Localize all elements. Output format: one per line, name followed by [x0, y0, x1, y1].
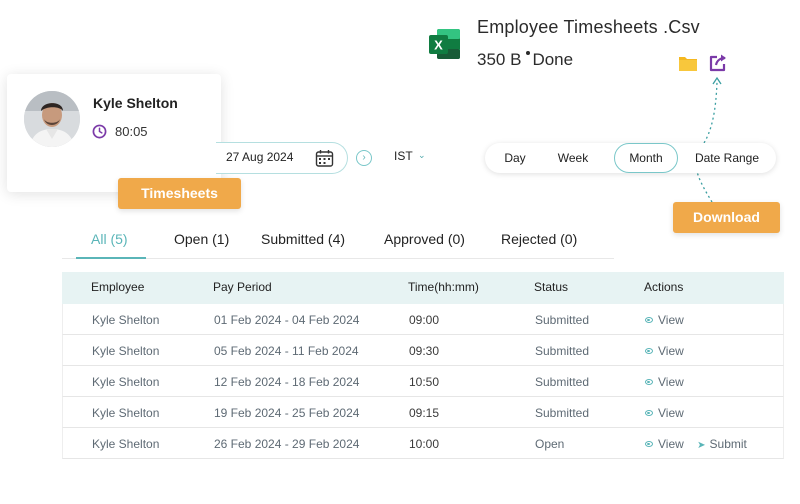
- file-size: 350 B: [477, 50, 522, 69]
- tab-all[interactable]: All (5): [91, 231, 128, 247]
- user-time: 80:05: [115, 124, 148, 139]
- cell-employee: Kyle Shelton: [92, 437, 160, 451]
- eye-icon: [645, 379, 653, 385]
- col-time: Time(hh:mm): [408, 280, 479, 294]
- view-link[interactable]: View: [645, 375, 684, 389]
- col-pay-period: Pay Period: [213, 280, 272, 294]
- calendar-icon[interactable]: [315, 149, 334, 168]
- table-row: Kyle Shelton 19 Feb 2024 - 25 Feb 2024 0…: [62, 397, 784, 428]
- view-link[interactable]: View: [645, 406, 684, 420]
- cell-employee: Kyle Shelton: [92, 406, 160, 420]
- table-row: Kyle Shelton 12 Feb 2024 - 18 Feb 2024 1…: [62, 366, 784, 397]
- avatar: [24, 91, 80, 147]
- timesheets-label: Timesheets: [118, 178, 241, 209]
- table-row: Kyle Shelton 05 Feb 2024 - 11 Feb 2024 0…: [62, 335, 784, 366]
- eye-icon: [645, 317, 653, 323]
- cell-status: Submitted: [535, 344, 590, 358]
- cell-period: 19 Feb 2024 - 25 Feb 2024: [214, 406, 360, 420]
- file-status: Done: [532, 50, 574, 69]
- view-link[interactable]: View: [645, 313, 684, 327]
- tab-approved[interactable]: Approved (0): [384, 231, 465, 247]
- range-month[interactable]: Month: [614, 143, 678, 173]
- cell-status: Open: [535, 437, 565, 451]
- date-value: 27 Aug 2024: [226, 150, 294, 164]
- cell-period: 05 Feb 2024 - 11 Feb 2024: [214, 344, 359, 358]
- avatar-photo: [24, 91, 80, 147]
- excel-file-icon: X: [429, 29, 460, 59]
- user-name: Kyle Shelton: [93, 95, 178, 111]
- cell-time: 10:00: [409, 437, 440, 451]
- cell-time: 09:00: [409, 313, 440, 327]
- range-selector: Day Week Month Date Range: [485, 143, 776, 173]
- submit-link[interactable]: Submit: [710, 437, 747, 451]
- range-day[interactable]: Day: [495, 143, 535, 173]
- cell-time: 09:15: [409, 406, 440, 420]
- cell-time: 10:50: [409, 375, 440, 389]
- separator-dot: [526, 51, 531, 55]
- date-picker[interactable]: 27 Aug 2024: [216, 142, 348, 174]
- status-tabs: All (5) Open (1) Submitted (4) Approved …: [62, 226, 614, 259]
- cell-status: Submitted: [535, 313, 590, 327]
- cell-status: Submitted: [535, 375, 590, 389]
- range-week[interactable]: Week: [551, 143, 595, 173]
- send-icon: ➤: [697, 440, 706, 451]
- user-card: Kyle Shelton 80:05: [7, 74, 221, 192]
- cell-status: Submitted: [535, 406, 590, 420]
- table-row: Kyle Shelton 01 Feb 2024 - 04 Feb 2024 0…: [62, 304, 784, 335]
- active-tab-indicator: [76, 257, 146, 259]
- chevron-down-icon[interactable]: ⌄: [418, 150, 426, 161]
- cell-time: 09:30: [409, 344, 440, 358]
- svg-text:X: X: [434, 38, 443, 53]
- cell-period: 01 Feb 2024 - 04 Feb 2024: [214, 313, 360, 327]
- tab-submitted[interactable]: Submitted (4): [261, 231, 345, 247]
- range-date-range[interactable]: Date Range: [687, 143, 767, 173]
- eye-icon: [645, 410, 653, 416]
- cell-period: 26 Feb 2024 - 29 Feb 2024: [214, 437, 360, 451]
- chevron-right-icon[interactable]: ›: [356, 150, 372, 166]
- timesheet-table: Employee Pay Period Time(hh:mm) Status A…: [62, 272, 784, 459]
- cell-employee: Kyle Shelton: [92, 344, 160, 358]
- col-actions: Actions: [644, 280, 684, 294]
- file-meta: 350 B Done: [477, 50, 573, 70]
- table-header: Employee Pay Period Time(hh:mm) Status A…: [62, 272, 784, 304]
- file-card: X Employee Timesheets .Csv 350 B Done: [426, 14, 766, 84]
- eye-icon: [645, 441, 653, 447]
- cell-period: 12 Feb 2024 - 18 Feb 2024: [214, 375, 360, 389]
- col-status: Status: [534, 280, 569, 294]
- eye-icon: [645, 348, 653, 354]
- col-employee: Employee: [91, 280, 145, 294]
- table-row: Kyle Shelton 26 Feb 2024 - 29 Feb 2024 1…: [62, 428, 784, 459]
- row-actions: View ➤ Submit: [645, 437, 747, 451]
- cell-employee: Kyle Shelton: [92, 375, 160, 389]
- view-link[interactable]: View: [645, 344, 684, 358]
- file-name: Employee Timesheets .Csv: [477, 17, 700, 37]
- tab-rejected[interactable]: Rejected (0): [501, 231, 577, 247]
- cell-employee: Kyle Shelton: [92, 313, 160, 327]
- download-button[interactable]: Download: [673, 202, 780, 233]
- timezone-select[interactable]: IST: [394, 149, 413, 163]
- view-link[interactable]: View: [645, 437, 684, 451]
- clock-icon: [92, 124, 107, 139]
- folder-icon[interactable]: [678, 54, 698, 72]
- share-export-icon[interactable]: [708, 53, 728, 73]
- tab-open[interactable]: Open (1): [174, 231, 229, 247]
